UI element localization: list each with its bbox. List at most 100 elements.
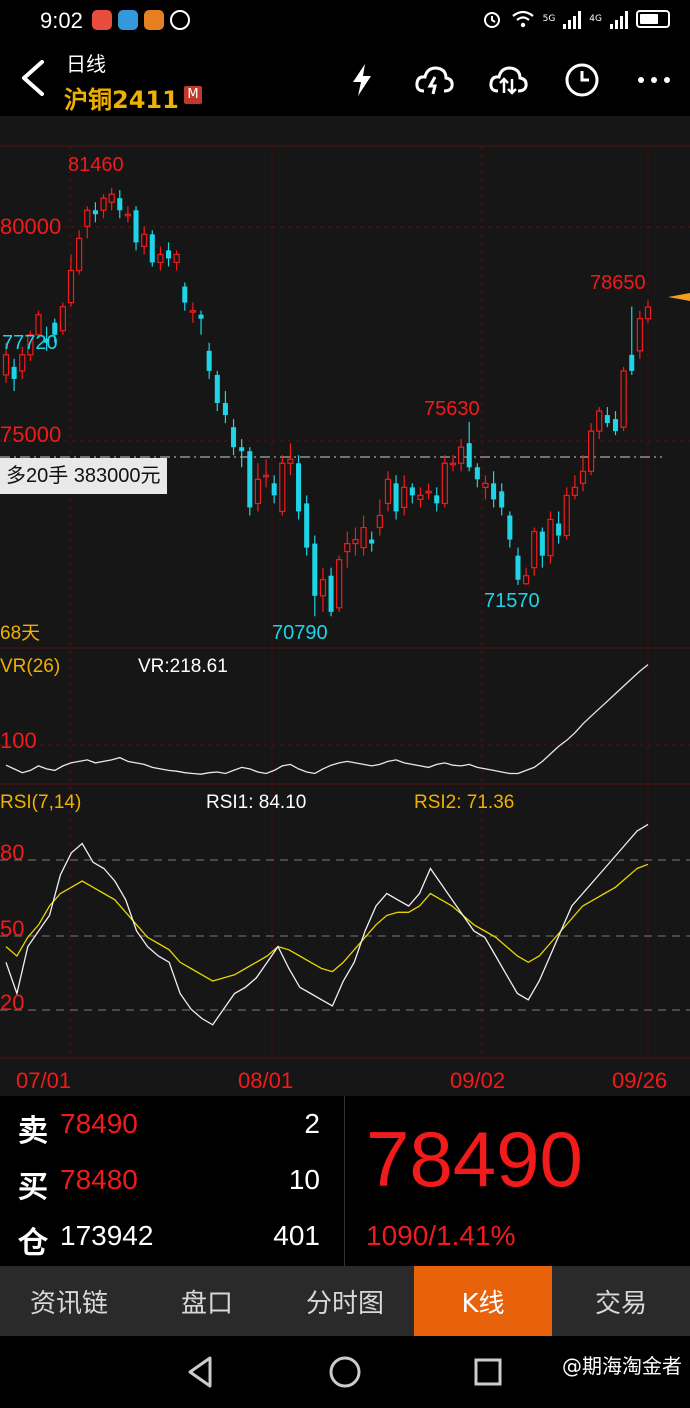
candle-body [108,193,115,203]
tab-order-book[interactable]: 盘口 [138,1266,276,1336]
candle-body [369,539,375,544]
last-high-label: 78650 [590,272,646,294]
candle-body [425,490,432,494]
lightning-button[interactable] [340,58,384,102]
signal-icon [610,9,628,29]
candle-body [231,427,237,448]
candle-body [482,482,489,488]
status-bar: 9:02 5G 4G [0,0,690,44]
open-interest-value: 173942 [60,1220,154,1251]
nav-back-icon[interactable] [182,1352,222,1392]
tab-kline[interactable]: K线 [414,1266,552,1336]
cloud-lightning-icon [415,66,454,95]
last-price: 78490 [366,1115,583,1203]
more-menu-button[interactable] [632,58,676,102]
kline-chart[interactable]: 81460 80000 77720 75000 75630 70790 7157… [0,116,690,1096]
candle-body [67,269,75,304]
candle-body [507,515,513,540]
rsi-reference-lines [0,859,690,1011]
nav-recents-icon[interactable] [468,1352,508,1392]
candle-body [499,491,505,508]
candle-body [133,210,139,243]
candle-body [76,237,83,272]
candle-body [441,462,448,505]
candle-body [214,374,220,404]
date-label: 07/01 [16,1068,72,1093]
candle-body [417,494,424,501]
days-label: 68天 [0,623,41,644]
cloud-transfer-button[interactable] [486,58,530,102]
date-label: 09/26 [612,1068,668,1093]
candle-body [262,474,270,478]
rsi-indicator-name[interactable]: RSI(7,14) [0,792,81,814]
back-arrow-icon[interactable] [14,56,54,100]
network-5g-label: 5G [542,14,556,24]
nav-home-icon[interactable] [325,1352,365,1392]
sell-row[interactable]: 卖 78490 2 [0,1096,340,1152]
quote-divider [344,1096,345,1266]
buy-row[interactable]: 买 78480 10 [0,1152,340,1208]
position-tag[interactable]: 多20手 383000元 [0,458,167,494]
candle-body [522,575,530,585]
candle-body [198,314,204,319]
candle-body [59,306,67,332]
candle-body [247,451,253,508]
more-icon [638,77,670,83]
app-header: 日线 沪铜2411 M [0,44,690,116]
open-interest-label: 仓 [18,1226,48,1261]
network-4g-label: 4G [589,14,602,24]
clock-button[interactable] [560,58,604,102]
price-change: 1090/1.41% [366,1220,516,1251]
buy-price: 78480 [60,1164,138,1195]
axis-80000-label: 80000 [0,214,62,239]
candle-body [629,354,635,371]
candle-body [434,495,440,504]
rsi-50-label: 50 [0,916,25,941]
cloud-sync-button[interactable] [412,58,456,102]
tab-trade[interactable]: 交易 [552,1266,690,1336]
weibo-notification-icon [144,10,164,30]
candle-body [620,370,627,428]
candle-body [189,310,197,313]
candle-body [100,197,107,211]
candle-body [531,530,538,569]
candle-body [239,447,245,452]
candle-body [92,210,98,215]
candle-body [449,462,457,466]
vr-indicator-name[interactable]: VR(26) [0,656,60,678]
app-notification-icon [118,10,138,30]
rsi-20-label: 20 [0,990,25,1015]
tab-news-chain[interactable]: 资讯链 [0,1266,138,1336]
candle-body [579,470,587,484]
candle-body [409,487,415,496]
candle-body [612,419,619,432]
clock: 9:02 [40,8,83,33]
candle-body [84,209,91,227]
symbol-title[interactable]: 沪铜2411 [64,80,179,115]
candle-body [117,198,123,211]
kline-chart-svg[interactable] [0,116,690,1096]
candle-body [556,523,562,536]
signal-icon [563,9,582,29]
system-nav-bar: @期海淘金者 [0,1336,690,1408]
candle-body [539,531,545,556]
candle-body [206,350,212,371]
cloud-updown-icon [489,66,528,95]
date-label: 08/01 [238,1068,294,1093]
vr-level-label: 100 [0,728,37,753]
eye-icon [170,10,190,30]
candle-body [474,467,480,480]
sell-label: 卖 [18,1114,48,1149]
candle-body [457,446,465,464]
clock-icon [565,63,599,97]
tab-intraday[interactable]: 分时图 [276,1266,414,1336]
candle-body [563,494,570,537]
candle-body [2,354,10,376]
candle-body [319,579,327,597]
candle-body [157,253,164,264]
rsi-80-label: 80 [0,840,25,865]
open-interest-row[interactable]: 仓 173942 401 [0,1208,340,1264]
candle-body [336,559,343,609]
sell-price: 78490 [60,1108,138,1139]
candle-body [304,503,310,548]
